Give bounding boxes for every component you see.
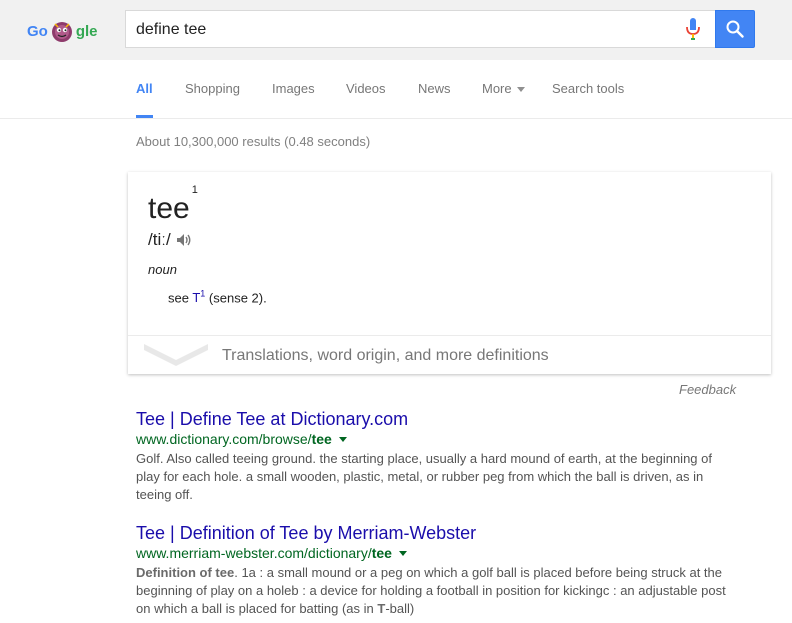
google-doodle-logo[interactable]: Go gle (27, 16, 99, 46)
tab-all[interactable]: All (136, 60, 153, 118)
tab-more[interactable]: More (482, 60, 525, 118)
result-stats: About 10,300,000 results (0.48 seconds) (136, 134, 371, 149)
caret-down-icon[interactable] (338, 436, 347, 442)
header: Go gle (0, 0, 792, 60)
result-url: www.merriam-webster.com/dictionary/tee (136, 544, 736, 562)
tab-shopping[interactable]: Shopping (185, 60, 240, 118)
microphone-icon[interactable] (683, 18, 705, 40)
part-of-speech: noun (148, 262, 177, 277)
snippet-text: -ball) (385, 601, 415, 616)
tab-images[interactable]: Images (272, 60, 315, 118)
result-title-link[interactable]: Tee | Definition of Tee by Merriam-Webst… (136, 522, 736, 544)
tab-news[interactable]: News (418, 60, 451, 118)
dictionary-word-sup: 1 (191, 184, 198, 196)
tab-videos[interactable]: Videos (346, 60, 386, 118)
logo-text-start: Go (27, 22, 48, 40)
tab-more-label: More (482, 81, 512, 96)
result-url-bold: tee (371, 545, 392, 561)
search-button[interactable] (715, 10, 755, 48)
pronunciation: /tiː/ (148, 230, 192, 250)
result-url-prefix: www.merriam-webster.com/dictionary/ (136, 545, 372, 561)
definition: see T1 (sense 2). (168, 289, 267, 305)
feedback-link[interactable]: Feedback (679, 382, 736, 397)
result-title-link[interactable]: Tee | Define Tee at Dictionary.com (136, 408, 736, 430)
dictionary-word-text: tee (148, 192, 190, 225)
search-box[interactable] (125, 10, 715, 48)
definition-prefix: see (168, 290, 193, 306)
search-result: Tee | Definition of Tee by Merriam-Webst… (136, 522, 736, 618)
result-snippet: Golf. Also called teeing ground. the sta… (136, 451, 712, 502)
doodle-icon (51, 22, 72, 42)
search-icon (726, 20, 744, 38)
search-tabs: All Shopping Images Videos News More Sea… (0, 60, 792, 119)
result-url-bold: tee (311, 431, 332, 447)
tab-search-tools[interactable]: Search tools (552, 60, 624, 118)
dictionary-card: tee1 /tiː/ noun see T1 (sense 2). Transl… (128, 172, 771, 374)
definition-suffix: (sense 2). (205, 290, 267, 306)
definition-link[interactable]: T1 (192, 289, 205, 305)
search-input[interactable] (136, 19, 676, 41)
result-url: www.dictionary.com/browse/tee (136, 430, 736, 448)
result-snippet: Definition of tee. 1a : a small mound or… (136, 564, 726, 618)
more-definitions-label: Translations, word origin, and more defi… (222, 347, 549, 364)
search-result: Tee | Define Tee at Dictionary.com www.d… (136, 408, 736, 504)
result-url-prefix: www.dictionary.com/browse/ (136, 431, 312, 447)
speaker-icon[interactable] (176, 233, 192, 247)
chevron-down-icon (144, 344, 208, 366)
caret-down-icon[interactable] (398, 550, 407, 556)
more-definitions-button[interactable]: Translations, word origin, and more defi… (128, 335, 771, 374)
logo-text-end: gle (75, 22, 98, 40)
snippet-bold: Definition of tee (136, 565, 235, 580)
dictionary-word: tee1 (148, 184, 198, 226)
caret-down-icon (516, 87, 525, 93)
phonetic-text: /tiː/ (148, 230, 171, 249)
